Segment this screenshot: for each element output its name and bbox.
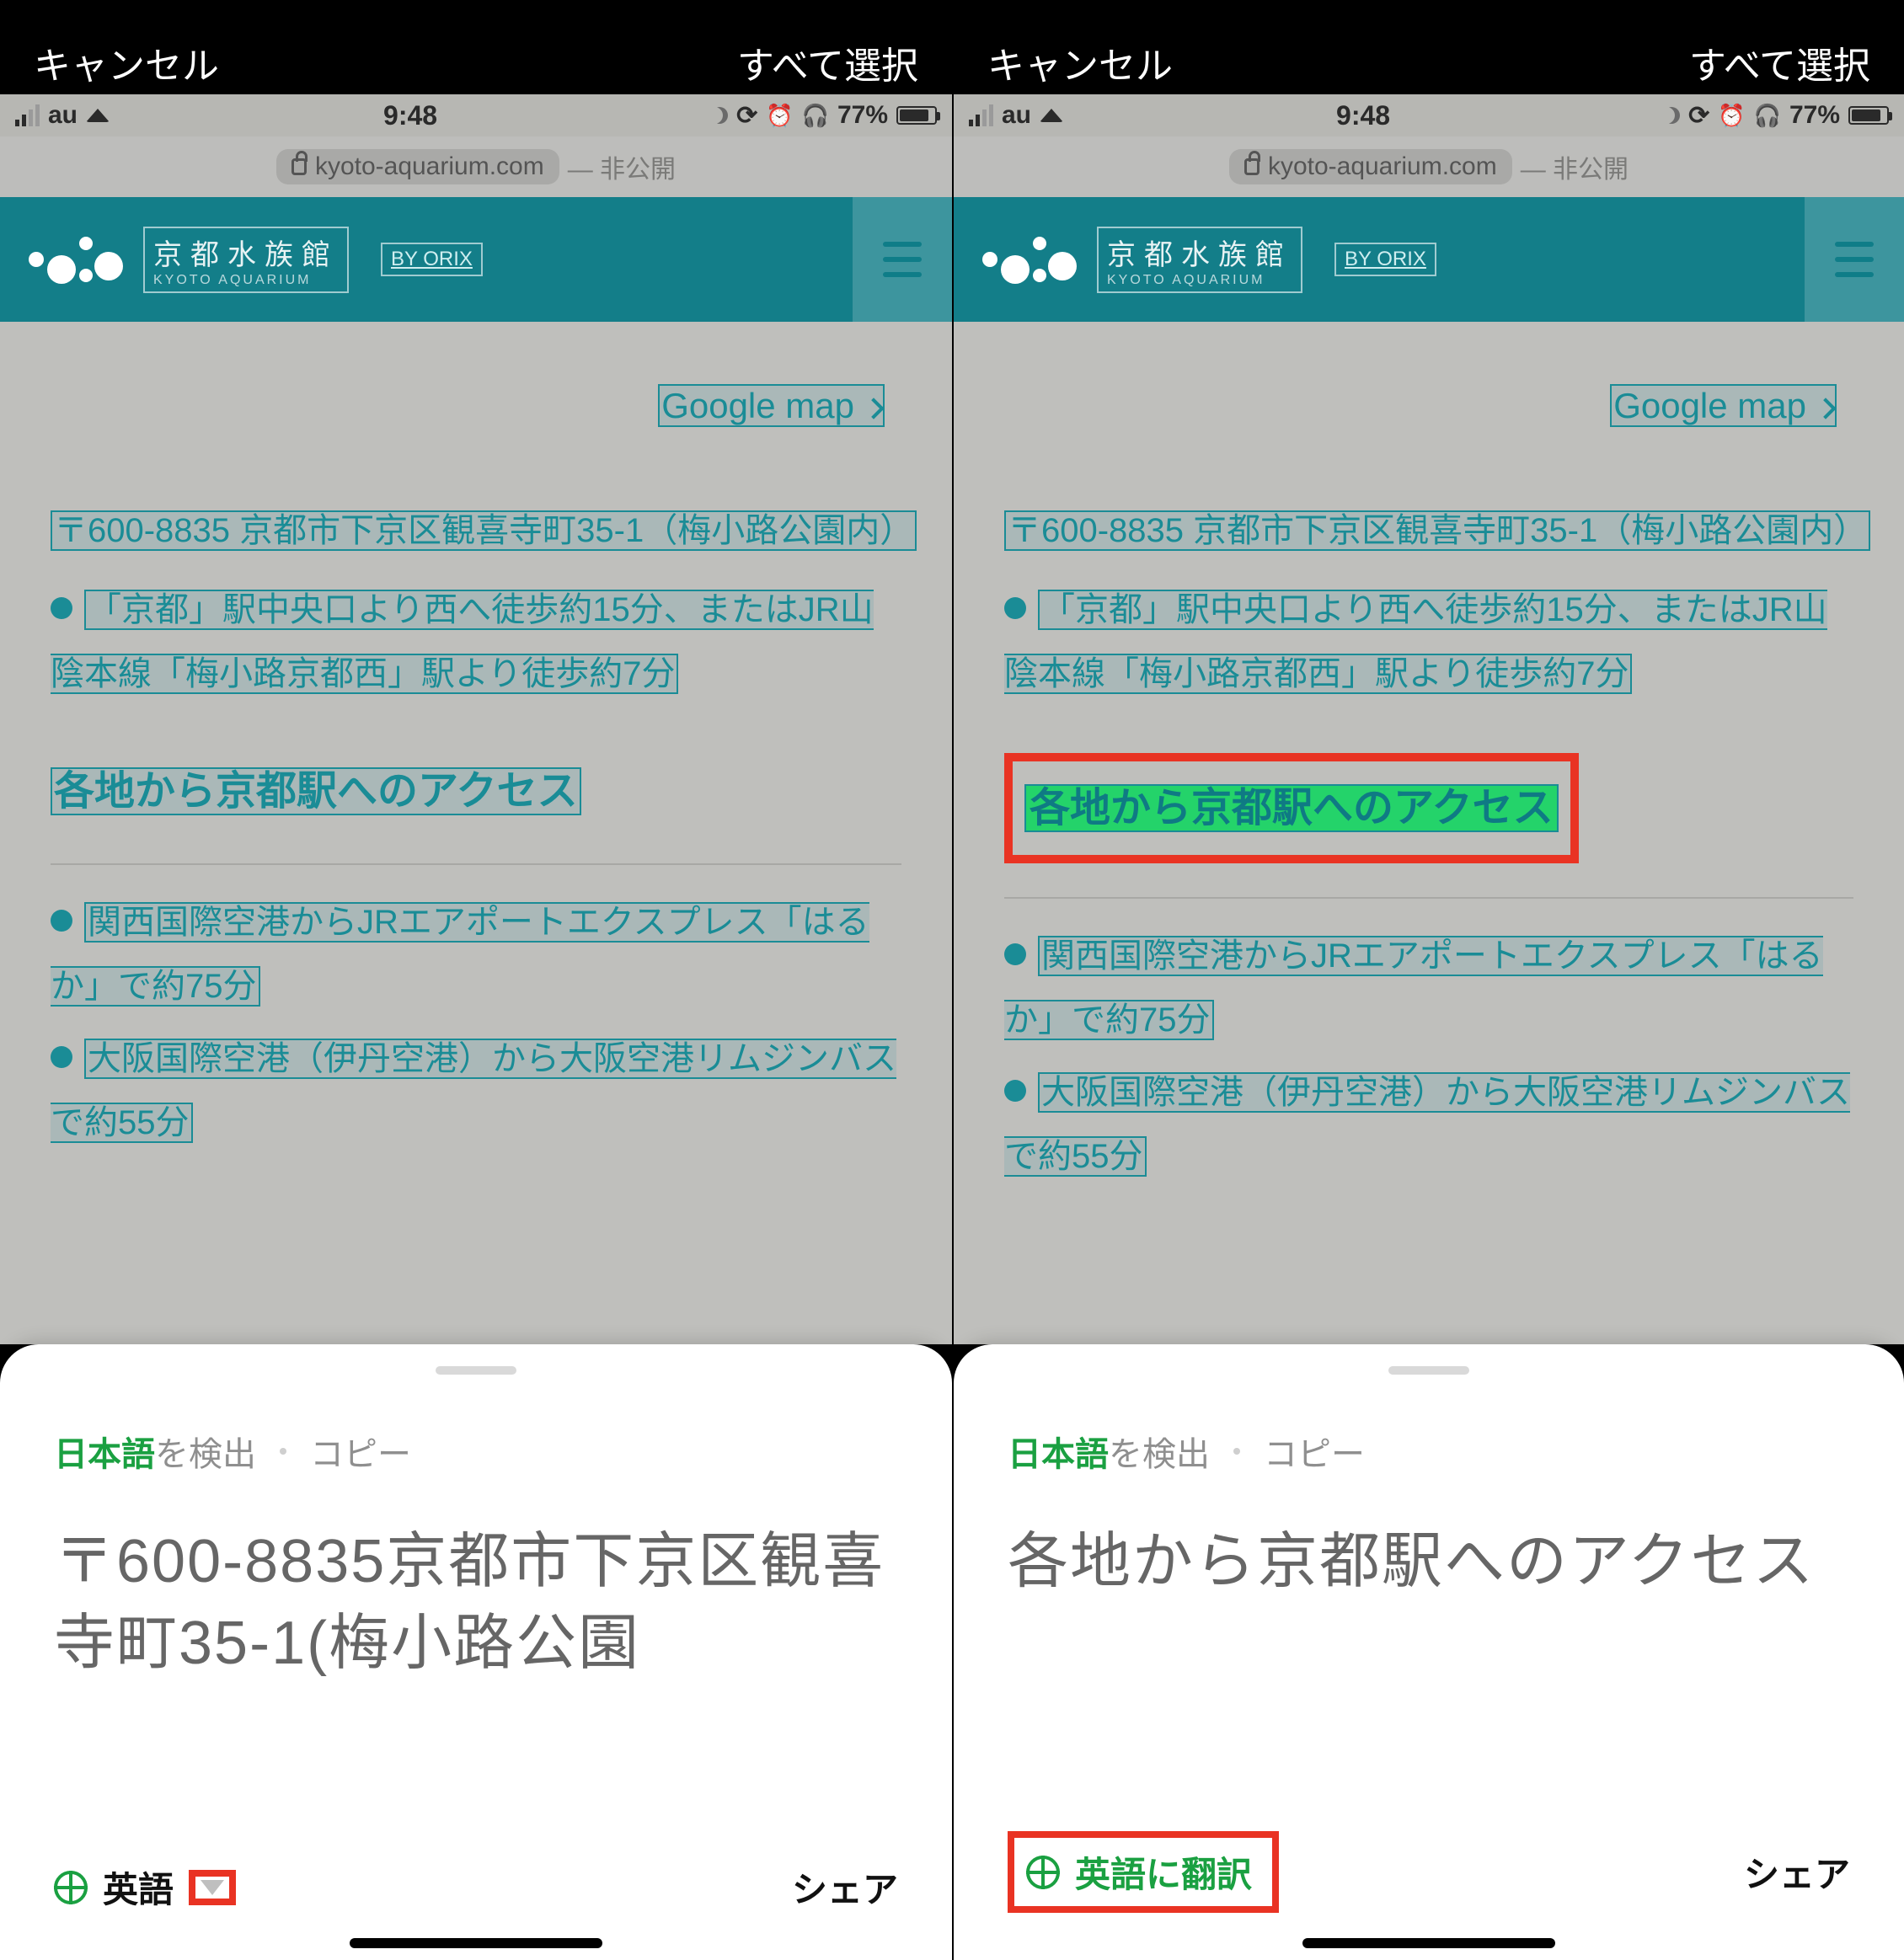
headphones-icon: 🎧 xyxy=(1754,103,1781,129)
selection-topbar: キャンセル すべて選択 xyxy=(954,0,1904,94)
cell-signal-icon xyxy=(969,104,993,126)
carrier-label: au xyxy=(48,101,78,130)
cell-signal-icon xyxy=(15,104,40,126)
ios-status-bar: au 9:48 ⟳ ⏰ 🎧 77% xyxy=(954,94,1904,136)
sheet-grabber[interactable] xyxy=(436,1366,516,1375)
menu-button[interactable] xyxy=(1805,197,1904,322)
aquarium-logo-icon xyxy=(979,230,1080,289)
battery-percent: 77% xyxy=(1789,101,1840,130)
separator-dot-icon xyxy=(1233,1448,1240,1455)
by-orix-badge[interactable]: BY ORIX xyxy=(381,243,483,276)
safari-address-bar[interactable]: kyoto-aquarium.com — 非公開 xyxy=(954,136,1904,197)
orientation-lock-icon: ⟳ xyxy=(1688,101,1709,131)
alarm-icon: ⏰ xyxy=(1718,103,1745,129)
wifi-icon xyxy=(86,109,110,122)
safari-address-bar[interactable]: kyoto-aquarium.com — 非公開 xyxy=(0,136,952,197)
menu-button[interactable] xyxy=(853,197,952,322)
site-header: 京都水族館 KYOTO AQUARIUM BY ORIX xyxy=(954,197,1904,322)
target-language[interactable]: 英語 xyxy=(103,1861,174,1913)
select-all-button[interactable]: すべて選択 xyxy=(1689,35,1870,89)
orientation-lock-icon: ⟳ xyxy=(736,101,757,131)
globe-icon xyxy=(54,1871,88,1904)
site-title-jp: 京都水族館 xyxy=(1107,232,1292,273)
source-text-preview: 〒600-8835京都市下京区観喜寺町35-1(梅小路公園 xyxy=(54,1521,898,1685)
detected-suffix: を検出 xyxy=(155,1436,256,1473)
page-content: Google map 〒600-8835 京都市下京区観喜寺町35-1（梅小路公… xyxy=(954,322,1904,1344)
cancel-button[interactable]: キャンセル xyxy=(987,35,1173,89)
privacy-label: — 非公開 xyxy=(1521,148,1629,185)
share-button[interactable]: シェア xyxy=(1744,1846,1850,1898)
cancel-button[interactable]: キャンセル xyxy=(34,35,219,89)
separator-dot-icon xyxy=(280,1448,286,1455)
select-all-button[interactable]: すべて選択 xyxy=(737,35,918,89)
clock: 9:48 xyxy=(1336,100,1390,131)
translate-sheet[interactable]: 日本語を検出 コピー 各地から京都駅へのアクセス 英語に翻訳 シェア xyxy=(954,1344,1904,1960)
battery-icon xyxy=(896,106,937,125)
site-title[interactable]: 京都水族館 KYOTO AQUARIUM xyxy=(1097,227,1302,293)
carrier-label: au xyxy=(1002,101,1031,130)
battery-percent: 77% xyxy=(837,101,888,130)
battery-icon xyxy=(1848,106,1889,125)
clock: 9:48 xyxy=(383,100,437,131)
privacy-label: — 非公開 xyxy=(568,148,676,185)
copy-button[interactable]: コピー xyxy=(310,1427,411,1476)
detected-language: 日本語 xyxy=(1008,1436,1109,1473)
url-domain: kyoto-aquarium.com xyxy=(1268,152,1497,181)
annotation-highlight-box: 英語に翻訳 xyxy=(1008,1831,1279,1913)
translate-to-english-button[interactable]: 英語に翻訳 xyxy=(1075,1846,1252,1898)
site-title-en: KYOTO AQUARIUM xyxy=(153,273,339,288)
aquarium-logo-icon xyxy=(25,230,126,289)
detected-language: 日本語 xyxy=(54,1436,155,1473)
source-text-preview: 各地から京都駅へのアクセス xyxy=(1008,1521,1850,1603)
site-header: 京都水族館 KYOTO AQUARIUM BY ORIX xyxy=(0,197,952,322)
detected-suffix: を検出 xyxy=(1109,1436,1210,1473)
share-button[interactable]: シェア xyxy=(792,1861,898,1913)
dnd-moon-icon xyxy=(711,107,728,124)
home-indicator[interactable] xyxy=(350,1938,602,1948)
url-domain: kyoto-aquarium.com xyxy=(315,152,544,181)
page-content: Google map 〒600-8835 京都市下京区観喜寺町35-1（梅小路公… xyxy=(0,322,952,1344)
dnd-moon-icon xyxy=(1663,107,1680,124)
by-orix-badge[interactable]: BY ORIX xyxy=(1334,243,1436,276)
ios-status-bar: au 9:48 ⟳ ⏰ 🎧 77% xyxy=(0,94,952,136)
lock-icon xyxy=(291,158,307,175)
home-indicator[interactable] xyxy=(1302,1938,1555,1948)
lock-icon xyxy=(1244,158,1260,175)
annotation-highlight-box xyxy=(189,1870,236,1905)
site-title-jp: 京都水族館 xyxy=(153,232,339,273)
site-title-en: KYOTO AQUARIUM xyxy=(1107,273,1292,288)
sheet-grabber[interactable] xyxy=(1388,1366,1469,1375)
copy-button[interactable]: コピー xyxy=(1264,1427,1365,1476)
globe-icon xyxy=(1026,1856,1060,1889)
translate-sheet[interactable]: 日本語を検出 コピー 〒600-8835京都市下京区観喜寺町35-1(梅小路公園… xyxy=(0,1344,952,1960)
wifi-icon xyxy=(1040,109,1063,122)
alarm-icon: ⏰ xyxy=(766,103,793,129)
chevron-down-icon[interactable] xyxy=(201,1880,224,1895)
headphones-icon: 🎧 xyxy=(802,103,829,129)
site-title[interactable]: 京都水族館 KYOTO AQUARIUM xyxy=(143,227,349,293)
selection-topbar: キャンセル すべて選択 xyxy=(0,0,952,94)
